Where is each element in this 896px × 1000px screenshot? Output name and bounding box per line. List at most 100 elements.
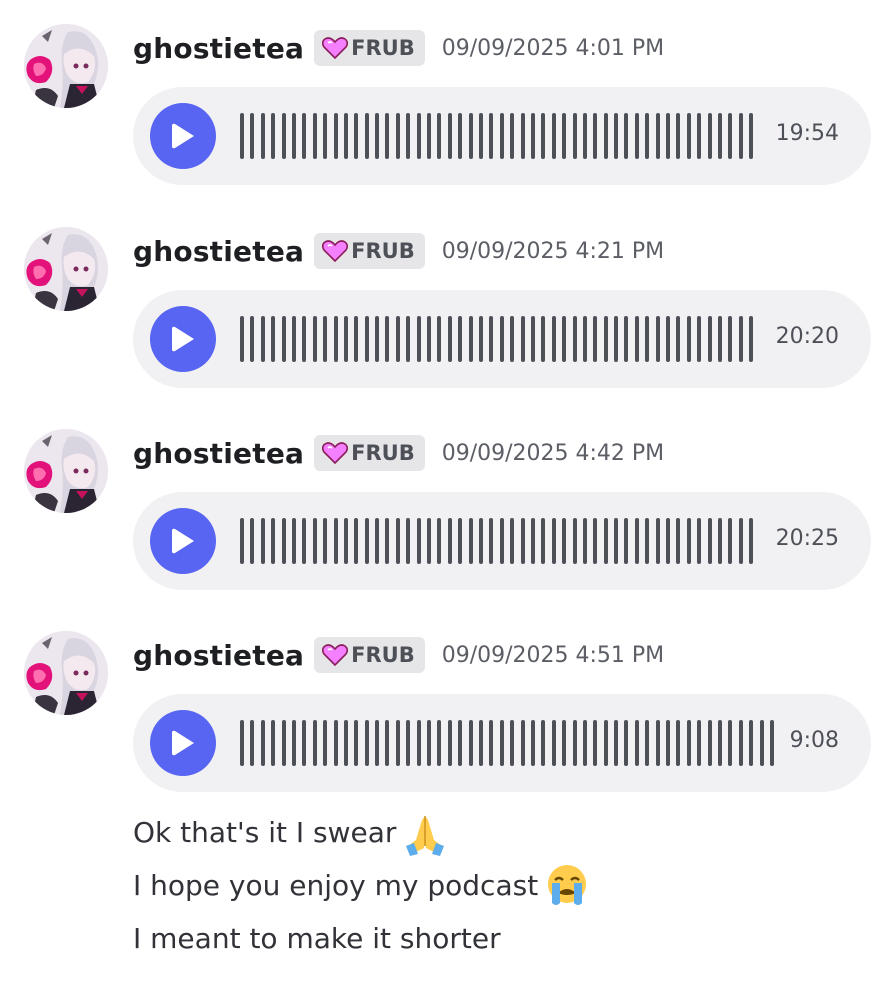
- waveform-bar: [447, 316, 452, 362]
- waveform-bar: [697, 316, 702, 362]
- waveform-bar: [312, 518, 317, 564]
- waveform-bar: [333, 113, 338, 159]
- heart-icon: [322, 644, 349, 666]
- waveform-bar: [364, 720, 369, 766]
- waveform-bar: [634, 720, 639, 766]
- waveform-bar: [281, 720, 286, 766]
- avatar[interactable]: [24, 24, 108, 108]
- waveform-bar: [541, 720, 546, 766]
- waveform-bar: [323, 113, 328, 159]
- username[interactable]: ghostietea: [133, 437, 304, 470]
- waveform-bar: [271, 518, 276, 564]
- waveform-bar: [364, 518, 369, 564]
- waveform-bar: [281, 316, 286, 362]
- waveform-bar: [478, 113, 483, 159]
- waveform-bar: [354, 113, 359, 159]
- username[interactable]: ghostietea: [133, 32, 304, 65]
- timestamp[interactable]: 09/09/2025 4:21 PM: [442, 239, 664, 264]
- voice-message: 20:20: [133, 290, 871, 388]
- waveform-bar: [759, 720, 764, 766]
- waveform-bar: [614, 518, 619, 564]
- waveform-bar: [281, 113, 286, 159]
- waveform-bar: [312, 316, 317, 362]
- waveform[interactable]: [240, 316, 760, 362]
- loudly-crying-face-icon[interactable]: [544, 863, 590, 909]
- waveform-bar: [323, 316, 328, 362]
- timestamp[interactable]: 09/09/2025 4:01 PM: [442, 36, 664, 61]
- waveform-bar: [582, 720, 587, 766]
- waveform-bar: [447, 518, 452, 564]
- waveform-bar: [717, 518, 722, 564]
- waveform-bar: [333, 720, 338, 766]
- waveform-bar: [385, 518, 390, 564]
- waveform-bar: [520, 518, 525, 564]
- waveform-bar: [375, 113, 380, 159]
- waveform-bar: [593, 316, 598, 362]
- guild-tag[interactable]: FRUB: [314, 637, 425, 673]
- play-button[interactable]: [150, 306, 216, 372]
- waveform-bar: [634, 316, 639, 362]
- waveform-bar: [624, 113, 629, 159]
- waveform-bar: [302, 720, 307, 766]
- waveform-bar: [562, 518, 567, 564]
- waveform[interactable]: [240, 113, 760, 159]
- waveform-bar: [499, 518, 504, 564]
- waveform-bar: [582, 316, 587, 362]
- waveform-bar: [697, 720, 702, 766]
- waveform-bar: [312, 720, 317, 766]
- waveform-bar: [271, 720, 276, 766]
- waveform-bar: [395, 113, 400, 159]
- waveform-bar: [260, 720, 265, 766]
- timestamp[interactable]: 09/09/2025 4:42 PM: [442, 441, 664, 466]
- waveform[interactable]: [240, 518, 760, 564]
- guild-tag-label: FRUB: [351, 643, 415, 667]
- waveform-bar: [749, 518, 754, 564]
- waveform-bar: [530, 518, 535, 564]
- message-header: ghostietea FRUB 09/09/2025 4:21 PM: [133, 231, 664, 271]
- waveform-bar: [717, 316, 722, 362]
- waveform-bar: [468, 720, 473, 766]
- waveform-bar: [666, 113, 671, 159]
- waveform-bar: [603, 316, 608, 362]
- waveform-bar: [240, 316, 244, 362]
- username[interactable]: ghostietea: [133, 235, 304, 268]
- guild-tag[interactable]: FRUB: [314, 435, 425, 471]
- play-button[interactable]: [150, 508, 216, 574]
- waveform-bar: [281, 518, 286, 564]
- waveform-bar: [510, 518, 515, 564]
- avatar[interactable]: [24, 227, 108, 311]
- waveform-bar: [375, 720, 380, 766]
- waveform-bar: [541, 316, 546, 362]
- waveform-bar: [541, 113, 546, 159]
- waveform-bar: [510, 316, 515, 362]
- waveform-bar: [676, 518, 681, 564]
- waveform-bar: [354, 720, 359, 766]
- waveform-bar: [447, 720, 452, 766]
- waveform-bar: [728, 113, 733, 159]
- waveform-bar: [520, 316, 525, 362]
- waveform-bar: [343, 518, 348, 564]
- play-button[interactable]: [150, 103, 216, 169]
- waveform[interactable]: [240, 720, 780, 766]
- guild-tag[interactable]: FRUB: [314, 233, 425, 269]
- waveform-bar: [437, 518, 442, 564]
- waveform-bar: [686, 720, 691, 766]
- guild-tag[interactable]: FRUB: [314, 30, 425, 66]
- waveform-bar: [707, 316, 712, 362]
- waveform-bar: [489, 316, 494, 362]
- waveform-bar: [395, 518, 400, 564]
- waveform-bar: [634, 113, 639, 159]
- username[interactable]: ghostietea: [133, 639, 304, 672]
- avatar[interactable]: [24, 429, 108, 513]
- waveform-bar: [458, 316, 463, 362]
- waveform-bar: [707, 113, 712, 159]
- waveform-bar: [489, 720, 494, 766]
- waveform-bar: [250, 113, 255, 159]
- play-button[interactable]: [150, 710, 216, 776]
- waveform-bar: [676, 113, 681, 159]
- avatar[interactable]: [24, 631, 108, 715]
- waveform-bar: [769, 720, 774, 766]
- duration: 20:20: [775, 324, 839, 349]
- folded-hands-icon[interactable]: [402, 810, 448, 856]
- timestamp[interactable]: 09/09/2025 4:51 PM: [442, 643, 664, 668]
